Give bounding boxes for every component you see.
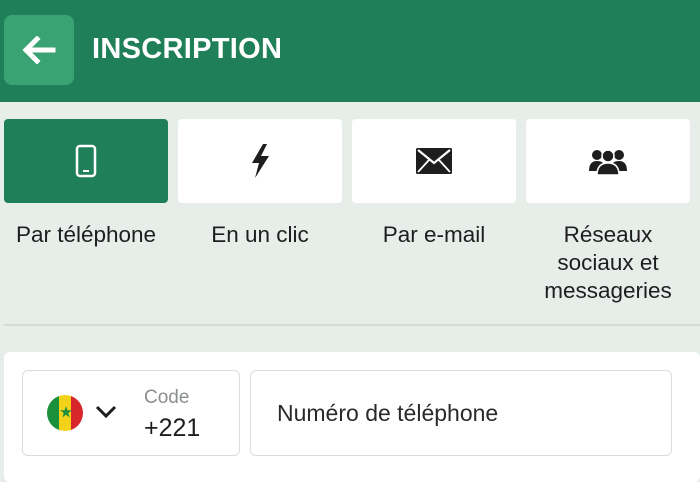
header-bar: INSCRIPTION (0, 0, 700, 102)
back-button[interactable] (4, 15, 74, 85)
envelope-icon (416, 148, 452, 174)
chevron-down-icon (95, 405, 117, 419)
method-one-click[interactable]: En un clic (178, 119, 342, 249)
method-tile (526, 119, 690, 203)
code-label: Code (144, 387, 190, 408)
divider (4, 324, 700, 326)
method-label: Réseaux sociaux et messageries (544, 222, 672, 303)
mobile-phone-icon (75, 144, 97, 178)
users-group-icon (589, 149, 627, 175)
lightning-bolt-icon (252, 144, 269, 178)
method-label: Par e-mail (382, 222, 486, 247)
senegal-flag-icon (47, 395, 83, 431)
method-tile (4, 119, 168, 203)
phone-number-input[interactable] (250, 370, 672, 456)
method-email[interactable]: Par e-mail (352, 119, 516, 249)
method-social[interactable]: Réseaux sociaux et messageries (526, 119, 690, 305)
method-tile (352, 119, 516, 203)
method-label: Par téléphone (15, 222, 157, 247)
arrow-left-icon (22, 36, 56, 64)
code-value: +221 (144, 414, 201, 442)
method-label: En un clic (211, 222, 309, 247)
country-code-select[interactable]: Code +221 (22, 370, 240, 456)
method-phone[interactable]: Par téléphone (4, 119, 168, 249)
page-title: INSCRIPTION (92, 33, 283, 65)
method-tile (178, 119, 342, 203)
